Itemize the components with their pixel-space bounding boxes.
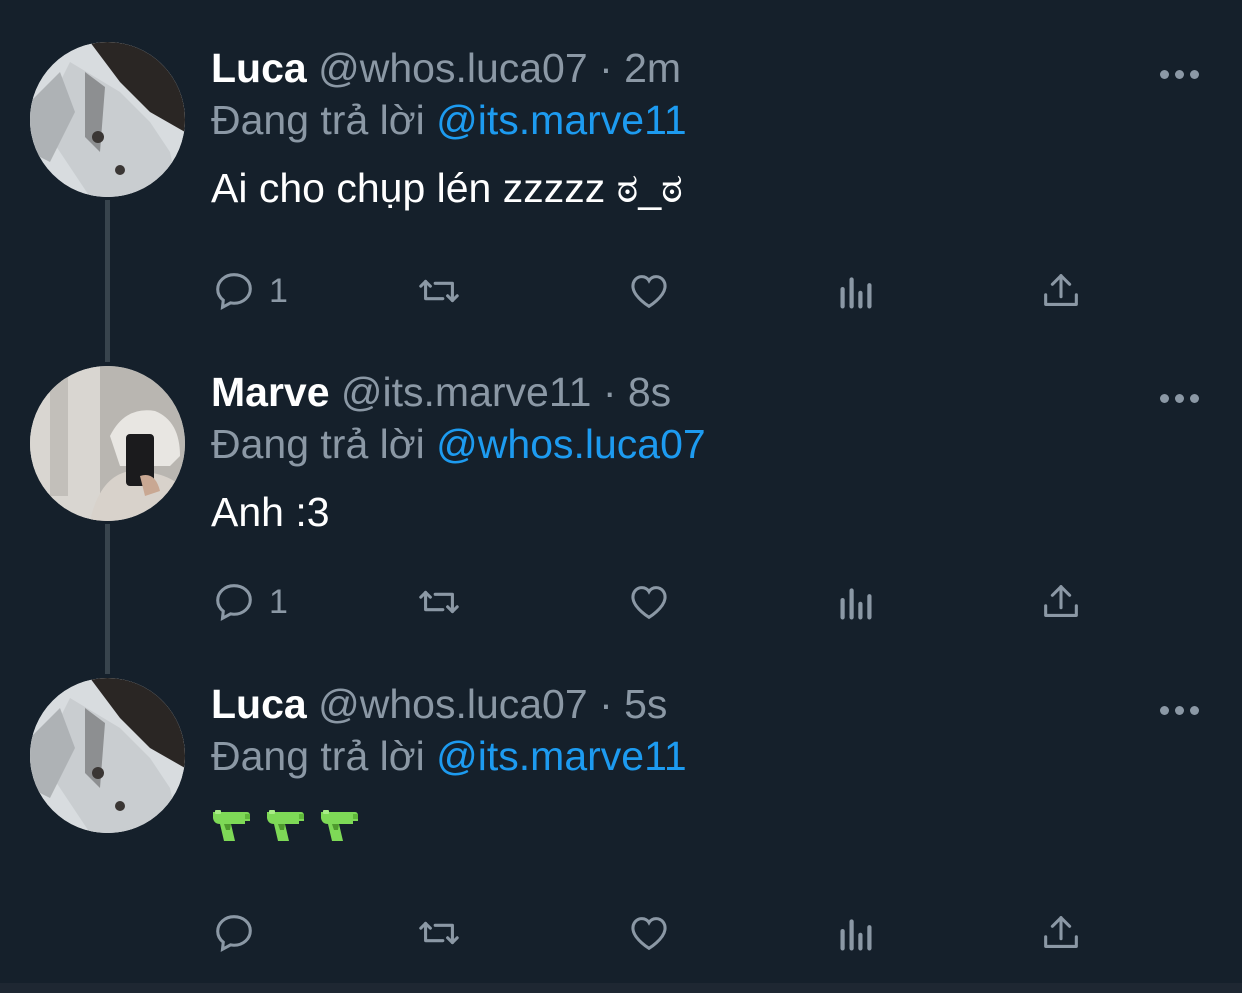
like-icon — [626, 579, 672, 625]
views-icon — [833, 910, 879, 956]
retweet-button[interactable] — [416, 909, 462, 957]
share-button[interactable] — [1038, 909, 1084, 957]
views-icon — [833, 268, 879, 314]
replying-to-label: Đang trả lời — [211, 733, 425, 779]
like-button[interactable] — [626, 909, 672, 957]
replying-to: Đang trả lời @its.marve11 — [211, 730, 1182, 782]
avatar-marve[interactable] — [30, 366, 185, 521]
water-pistol-emoji — [265, 808, 305, 844]
share-icon — [1038, 268, 1084, 314]
reply-button[interactable]: 1 — [211, 267, 288, 315]
like-icon — [626, 910, 672, 956]
share-button[interactable] — [1038, 578, 1084, 626]
tweet-text: Ai cho chụp lén zzzzz ಠ_ಠ — [211, 165, 683, 211]
views-button[interactable] — [833, 578, 879, 626]
replying-to-label: Đang trả lời — [211, 97, 425, 143]
reply-mention[interactable]: @its.marve11 — [436, 97, 686, 143]
reply-count: 1 — [269, 271, 288, 310]
reply-button[interactable] — [211, 909, 269, 957]
tweet-text: Anh :3 — [211, 489, 330, 535]
like-button[interactable] — [626, 578, 672, 626]
share-icon — [1038, 910, 1084, 956]
retweet-icon — [416, 268, 462, 314]
separator-dot: · — [599, 45, 613, 91]
views-button[interactable] — [833, 909, 879, 957]
like-button[interactable] — [626, 267, 672, 315]
retweet-icon — [416, 579, 462, 625]
tweet-1-actions: 1 — [211, 267, 1111, 315]
reply-mention[interactable]: @whos.luca07 — [436, 421, 706, 467]
more-icon[interactable] — [1160, 700, 1202, 720]
bottom-divider — [0, 983, 1242, 993]
reply-icon — [211, 579, 257, 625]
share-button[interactable] — [1038, 267, 1084, 315]
share-icon — [1038, 579, 1084, 625]
tweet-2-actions: 1 — [211, 578, 1111, 626]
avatar-marve-image — [30, 366, 185, 521]
display-name[interactable]: Marve — [211, 369, 330, 415]
avatar-luca[interactable] — [30, 678, 185, 833]
reply-button[interactable]: 1 — [211, 578, 288, 626]
tweet-header: Luca @whos.luca07 · 2m — [211, 42, 1182, 94]
user-handle[interactable]: @whos.luca07 — [318, 45, 588, 91]
more-icon[interactable] — [1160, 64, 1202, 84]
tweet-emojis — [211, 808, 1182, 844]
reply-icon — [211, 268, 257, 314]
views-icon — [833, 579, 879, 625]
timestamp[interactable]: 8s — [628, 369, 671, 415]
replying-to: Đang trả lời @whos.luca07 — [211, 418, 1182, 470]
user-handle[interactable]: @its.marve11 — [341, 369, 591, 415]
reply-mention[interactable]: @its.marve11 — [436, 733, 686, 779]
water-pistol-emoji — [211, 808, 251, 844]
retweet-icon — [416, 910, 462, 956]
timestamp[interactable]: 5s — [624, 681, 667, 727]
separator-dot: · — [602, 369, 617, 415]
display-name[interactable]: Luca — [211, 45, 307, 91]
replying-to-label: Đang trả lời — [211, 421, 425, 467]
views-button[interactable] — [833, 267, 879, 315]
tweet-header: Luca @whos.luca07 · 5s — [211, 678, 1182, 730]
user-handle[interactable]: @whos.luca07 — [318, 681, 588, 727]
separator-dot: · — [599, 681, 613, 727]
tweet-3-actions — [211, 909, 1111, 957]
more-icon[interactable] — [1160, 388, 1202, 408]
retweet-button[interactable] — [416, 578, 462, 626]
timestamp[interactable]: 2m — [624, 45, 681, 91]
reply-count: 1 — [269, 582, 288, 621]
tweet-header: Marve @its.marve11 · 8s — [211, 366, 1182, 418]
avatar-luca-image — [30, 678, 185, 833]
retweet-button[interactable] — [416, 267, 462, 315]
like-icon — [626, 268, 672, 314]
replying-to: Đang trả lời @its.marve11 — [211, 94, 1182, 146]
water-pistol-emoji — [319, 808, 359, 844]
avatar-luca-image — [30, 42, 185, 197]
avatar-luca[interactable] — [30, 42, 185, 197]
display-name[interactable]: Luca — [211, 681, 307, 727]
reply-icon — [211, 910, 257, 956]
